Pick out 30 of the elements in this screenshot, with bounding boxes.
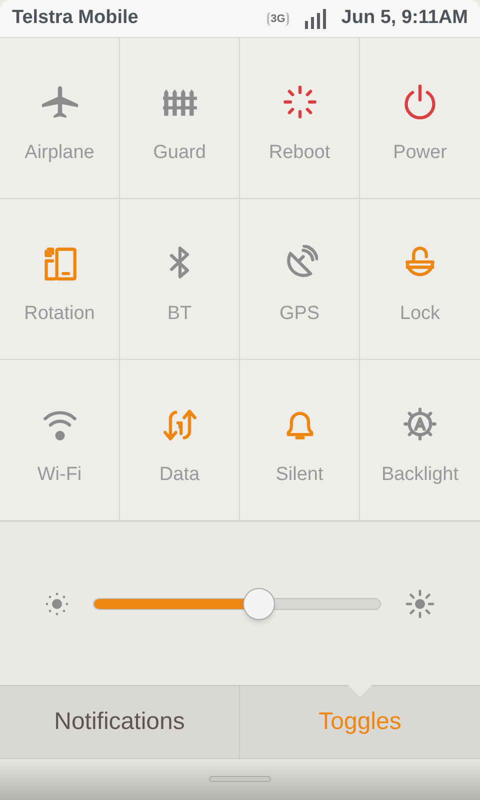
brightness-slider[interactable] [93,588,381,620]
slider-thumb[interactable] [242,588,275,620]
toggle-label: Guard [153,141,206,165]
toggle-label: Backlight [381,463,459,487]
toggle-tile[interactable]: BT [120,199,240,360]
toggle-label: Silent [276,463,324,487]
toggle-label: Lock [400,302,440,326]
drag-handle[interactable] [209,776,271,782]
date-time: Jun 5, 9:11AM [341,6,468,30]
carrier-name: Telstra Mobile [12,6,138,30]
toggle-label: BT [167,302,192,326]
brightness-low-icon [45,592,69,616]
toggle-tile[interactable]: Reboot [240,38,360,199]
tab[interactable]: Toggles [240,686,480,758]
toggle-label: Data [159,463,200,487]
toggle-tile[interactable]: GPS [240,199,360,360]
toggle-tile[interactable]: Power [360,38,480,199]
toggle-tile[interactable]: Rotation [0,199,120,360]
toggle-label: Rotation [24,302,95,326]
toggle-tile[interactable]: Guard [120,38,240,199]
tab[interactable]: Notifications [0,686,240,758]
toggle-label: Wi-Fi [37,463,82,487]
toggle-tile[interactable]: Lock [360,199,480,360]
toggle-label: Airplane [24,141,94,165]
toggle-label: GPS [279,302,320,326]
brightness-high-icon [405,588,435,618]
toggle-label: Reboot [268,141,330,165]
toggle-tile[interactable]: Airplane [0,38,120,199]
network-type: 3G [266,12,290,26]
toggle-label: Power [393,141,447,165]
